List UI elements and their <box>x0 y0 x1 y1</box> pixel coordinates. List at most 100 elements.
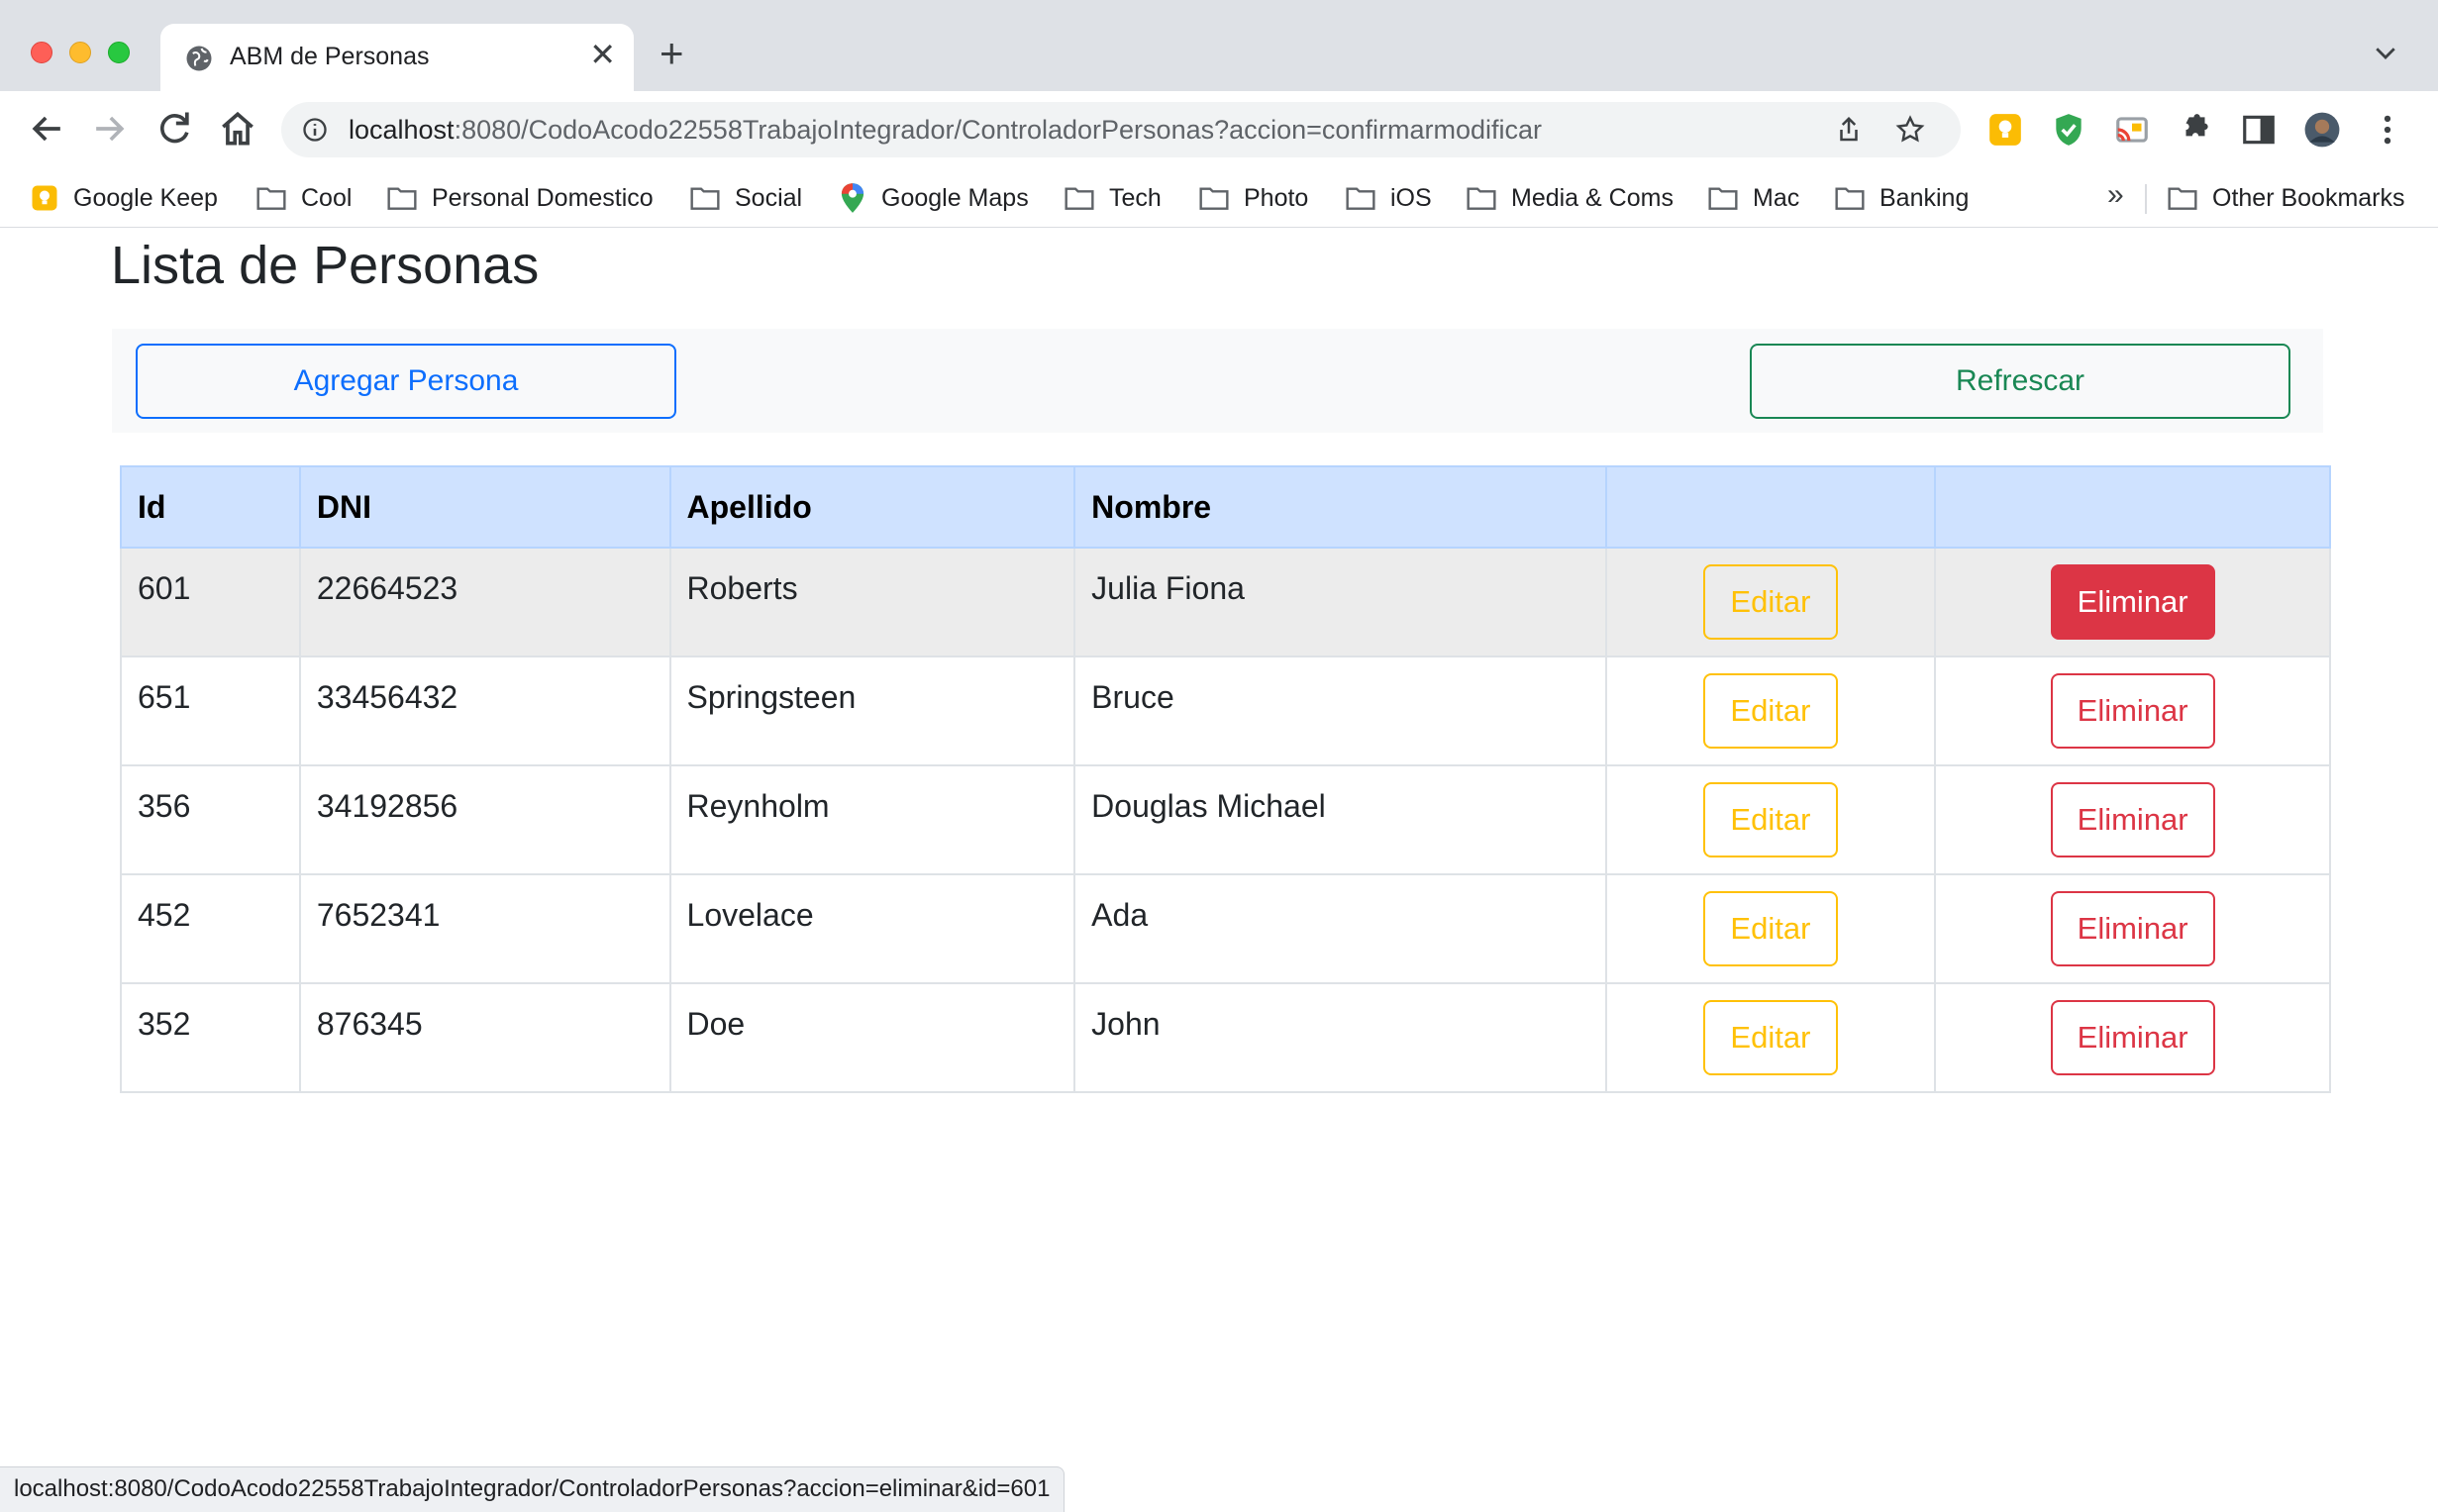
browser-toolbar: localhost:8080/CodoAcodo22558TrabajoInte… <box>0 91 2438 170</box>
bookmark-label: Media & Coms <box>1511 183 1674 212</box>
new-tab-button[interactable]: + <box>660 33 684 74</box>
tab-strip: ABM de Personas ✕ + <box>0 0 2438 91</box>
bookmark-label: Photo <box>1244 183 1309 212</box>
bookmark-google-maps[interactable]: Google Maps <box>838 178 1029 218</box>
cell-apellido: Roberts <box>668 547 1076 657</box>
table-row: 452 7652341 Lovelace Ada Editar Eliminar <box>120 873 2331 984</box>
folder-icon <box>1467 187 1496 210</box>
shield-extension-icon[interactable] <box>2050 111 2087 149</box>
page-content: Lista de Personas Agregar Persona Refres… <box>0 229 2438 1512</box>
cell-id: 352 <box>120 982 301 1093</box>
folder-icon <box>2168 187 2197 210</box>
edit-button[interactable]: Editar <box>1702 782 1838 857</box>
kebab-menu-icon[interactable] <box>2369 111 2406 149</box>
edit-button[interactable]: Editar <box>1702 564 1838 640</box>
cell-apellido: Lovelace <box>668 873 1076 984</box>
profile-avatar[interactable] <box>2303 111 2341 149</box>
bookmark-personal-domestico[interactable]: Personal Domestico <box>386 178 654 218</box>
cell-apellido: Doe <box>668 982 1076 1093</box>
edit-button[interactable]: Editar <box>1702 891 1838 966</box>
bookmark-mac[interactable]: Mac <box>1707 178 1799 218</box>
bookmark-label: Personal Domestico <box>432 183 654 212</box>
bookmark-label: Google Keep <box>73 183 218 212</box>
header-apellido: Apellido <box>668 465 1076 549</box>
bookmark-label: Other Bookmarks <box>2212 183 2405 212</box>
back-arrow-icon[interactable] <box>26 107 69 151</box>
window-close-button[interactable] <box>31 42 52 63</box>
cell-delete: Eliminar <box>1934 764 2331 875</box>
cell-id: 651 <box>120 655 301 766</box>
puzzle-extensions-icon[interactable] <box>2177 111 2214 149</box>
refresh-button[interactable]: Refrescar <box>1750 344 2290 419</box>
cast-extension-icon[interactable] <box>2113 111 2151 149</box>
bookmark-label: Google Maps <box>881 183 1029 212</box>
bookmark-google-keep[interactable]: Google Keep <box>30 178 218 218</box>
window-maximize-button[interactable] <box>108 42 130 63</box>
bookmark-banking[interactable]: Banking <box>1834 178 1969 218</box>
google-keep-extension-icon[interactable] <box>1986 111 2024 149</box>
url-text[interactable]: localhost:8080/CodoAcodo22558TrabajoInte… <box>349 115 1542 146</box>
cell-edit: Editar <box>1604 873 1937 984</box>
delete-button[interactable]: Eliminar <box>2050 1000 2215 1075</box>
table-row: 651 33456432 Springsteen Bruce Editar El… <box>120 655 2331 766</box>
header-edit-column <box>1604 465 1937 549</box>
bookmarks-overflow-button[interactable]: » <box>2107 178 2124 212</box>
delete-button[interactable]: Eliminar <box>2050 891 2215 966</box>
home-icon[interactable] <box>216 107 259 151</box>
folder-icon <box>1835 187 1865 210</box>
share-icon[interactable] <box>1834 115 1864 145</box>
header-id: Id <box>120 465 301 549</box>
bookmark-media-coms[interactable]: Media & Coms <box>1466 178 1674 218</box>
cell-nombre: Ada <box>1073 873 1607 984</box>
window-minimize-button[interactable] <box>69 42 91 63</box>
bookmark-ios[interactable]: iOS <box>1345 178 1432 218</box>
delete-button[interactable]: Eliminar <box>2050 673 2215 749</box>
cell-edit: Editar <box>1604 547 1937 657</box>
table-header-row: Id DNI Apellido Nombre <box>120 465 2331 549</box>
bookmark-other-bookmarks[interactable]: Other Bookmarks <box>2167 178 2405 218</box>
folder-icon <box>1065 187 1094 210</box>
forward-arrow-icon[interactable] <box>87 107 131 151</box>
reload-icon[interactable] <box>152 107 196 151</box>
delete-button[interactable]: Eliminar <box>2050 782 2215 857</box>
cell-dni: 876345 <box>298 982 671 1093</box>
folder-icon <box>1346 187 1375 210</box>
cell-apellido: Reynholm <box>668 764 1076 875</box>
bookmarks-bar: Google Keep Cool Personal Domestico Soci… <box>0 170 2438 228</box>
cell-edit: Editar <box>1604 982 1937 1093</box>
folder-icon <box>1708 187 1738 210</box>
bookmark-label: Cool <box>301 183 353 212</box>
add-person-button[interactable]: Agregar Persona <box>136 344 676 419</box>
bookmark-photo[interactable]: Photo <box>1198 178 1308 218</box>
cell-delete: Eliminar <box>1934 873 2331 984</box>
bookmark-cool[interactable]: Cool <box>255 178 352 218</box>
cell-id: 452 <box>120 873 301 984</box>
address-bar[interactable]: localhost:8080/CodoAcodo22558TrabajoInte… <box>281 102 1961 157</box>
cell-delete: Eliminar <box>1934 982 2331 1093</box>
google-keep-icon <box>32 185 57 211</box>
bookmark-tech[interactable]: Tech <box>1064 178 1162 218</box>
site-info-icon[interactable] <box>301 116 329 144</box>
cell-dni: 34192856 <box>298 764 671 875</box>
header-nombre: Nombre <box>1073 465 1607 549</box>
bookmarks-divider <box>2145 184 2147 214</box>
tab-title: ABM de Personas <box>230 43 430 70</box>
edit-button[interactable]: Editar <box>1702 1000 1838 1075</box>
side-panel-icon[interactable] <box>2240 111 2278 149</box>
browser-tab[interactable]: ABM de Personas ✕ <box>160 24 634 91</box>
table-row: 356 34192856 Reynholm Douglas Michael Ed… <box>120 764 2331 875</box>
bookmark-social[interactable]: Social <box>689 178 802 218</box>
folder-icon <box>256 187 286 210</box>
edit-button[interactable]: Editar <box>1702 673 1838 749</box>
status-bar-url: localhost:8080/CodoAcodo22558TrabajoInte… <box>0 1466 1066 1512</box>
delete-button[interactable]: Eliminar <box>2050 564 2215 640</box>
table-row: 601 22664523 Roberts Julia Fiona Editar … <box>120 547 2331 657</box>
cell-edit: Editar <box>1604 655 1937 766</box>
bookmark-label: Mac <box>1753 183 1800 212</box>
bookmark-star-icon[interactable] <box>1894 114 1926 146</box>
chevron-down-icon[interactable] <box>2371 38 2400 67</box>
tab-close-icon[interactable]: ✕ <box>589 39 616 70</box>
cell-nombre: John <box>1073 982 1607 1093</box>
folder-icon <box>690 187 720 210</box>
table-row: 352 876345 Doe John Editar Eliminar <box>120 982 2331 1093</box>
